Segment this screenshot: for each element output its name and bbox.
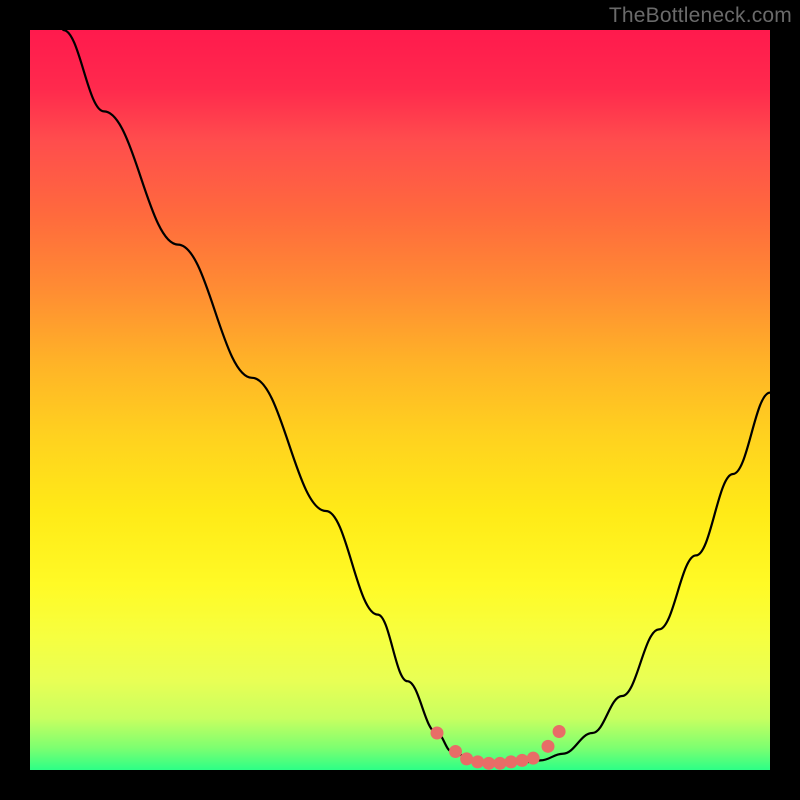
marker-dot (505, 755, 518, 768)
marker-dot (527, 752, 540, 765)
marker-dot (493, 757, 506, 770)
sweet-spot-markers (431, 725, 566, 770)
marker-dot (542, 740, 555, 753)
marker-dot (482, 757, 495, 770)
marker-dot (471, 755, 484, 768)
marker-dot (460, 752, 473, 765)
watermark-text: TheBottleneck.com (609, 4, 792, 28)
marker-dot (553, 725, 566, 738)
marker-dot (431, 727, 444, 740)
bottleneck-curve (63, 30, 770, 764)
marker-dot (516, 754, 529, 767)
marker-dot (449, 745, 462, 758)
curve-layer (30, 30, 770, 770)
chart-frame: TheBottleneck.com (0, 0, 800, 800)
